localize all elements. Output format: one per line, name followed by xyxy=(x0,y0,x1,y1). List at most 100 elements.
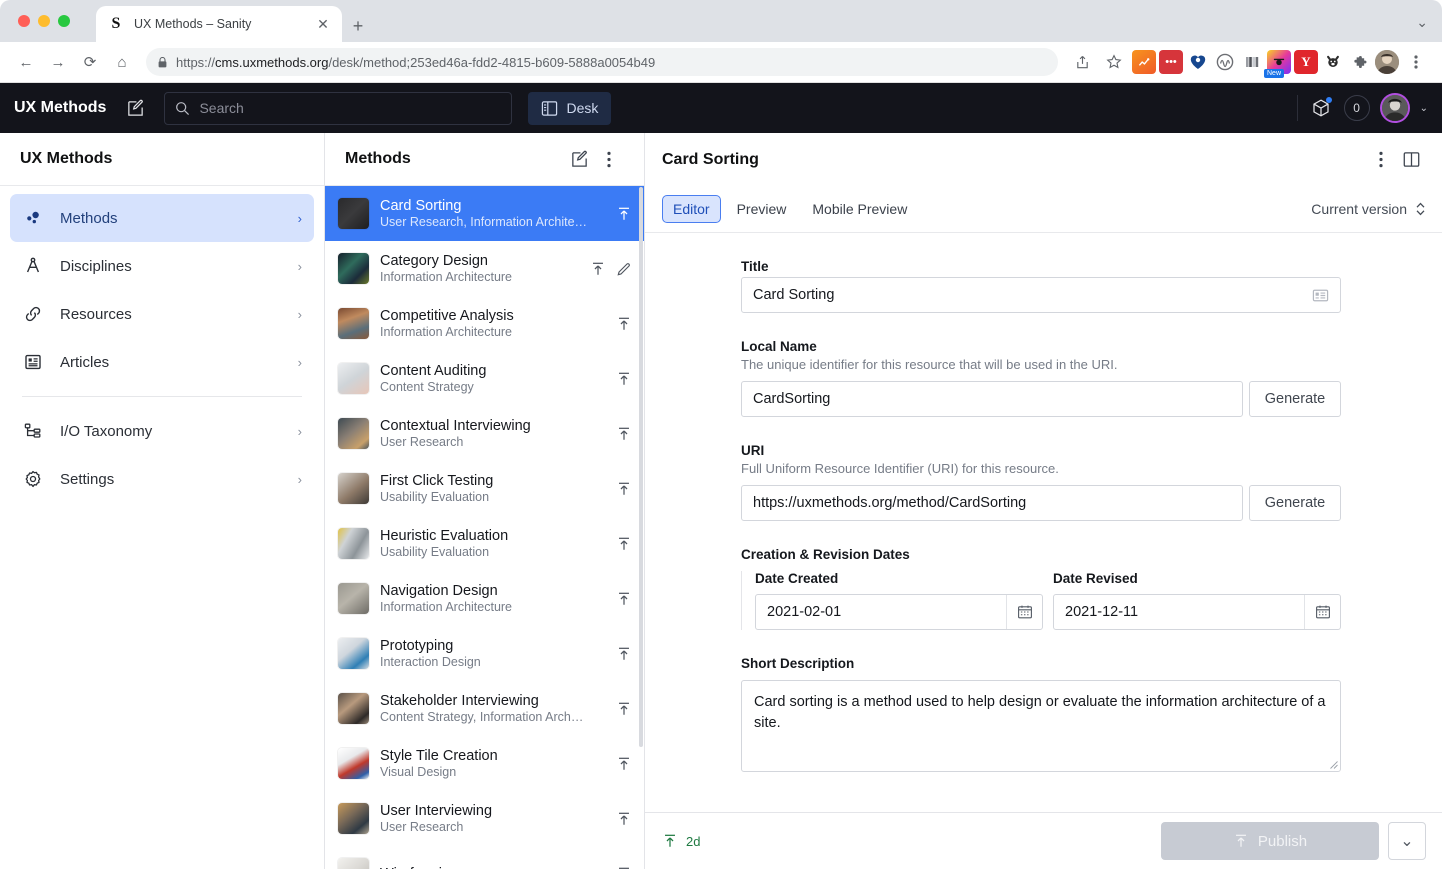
search-icon xyxy=(176,101,190,115)
document-list-item[interactable]: Style Tile Creation Visual Design xyxy=(325,736,644,791)
document-list-item[interactable]: Competitive Analysis Information Archite… xyxy=(325,296,644,351)
document-list-item[interactable]: Stakeholder Interviewing Content Strateg… xyxy=(325,681,644,736)
publish-arrow-icon[interactable] xyxy=(615,755,632,772)
bars-extension-icon[interactable] xyxy=(1240,50,1264,74)
document-list-item[interactable]: Card Sorting User Research, Information … xyxy=(325,186,644,241)
desk-nav-button[interactable]: Desk xyxy=(528,91,612,125)
search-input[interactable]: Search xyxy=(164,91,513,125)
generate-uri-button[interactable]: Generate xyxy=(1249,485,1341,521)
user-menu-chevron-icon[interactable]: ⌄ xyxy=(1420,103,1428,114)
sidebar-item-settings[interactable]: Settings › xyxy=(10,455,314,503)
document-list-menu-icon[interactable] xyxy=(594,144,624,174)
tab-mobile-preview[interactable]: Mobile Preview xyxy=(802,195,917,223)
minimize-window-button[interactable] xyxy=(38,15,50,27)
y-extension-icon[interactable]: Y xyxy=(1294,50,1318,74)
tab-list-chevron-icon[interactable]: ⌄ xyxy=(1416,14,1428,31)
sidebar-item-label: Methods xyxy=(60,209,118,227)
publish-arrow-icon[interactable] xyxy=(615,315,632,332)
notification-count[interactable]: 0 xyxy=(1343,95,1370,121)
user-avatar[interactable] xyxy=(1379,93,1410,123)
date-revised-input[interactable]: 2021-12-11 xyxy=(1053,594,1341,630)
publish-button[interactable]: Publish xyxy=(1161,822,1379,860)
analytics-extension-icon[interactable] xyxy=(1132,50,1156,74)
short-description-textarea[interactable]: Card sorting is a method used to help de… xyxy=(741,680,1341,772)
document-list-scrollbar[interactable] xyxy=(639,187,643,787)
document-subtitle: Information Architecture xyxy=(380,600,513,614)
heart-extension-icon[interactable] xyxy=(1186,50,1210,74)
compose-icon[interactable] xyxy=(122,95,148,121)
document-thumbnail xyxy=(338,693,369,724)
document-list-item[interactable]: Content Auditing Content Strategy xyxy=(325,351,644,406)
address-bar[interactable]: https://cms.uxmethods.org/desk/method;25… xyxy=(146,48,1058,76)
date-created-input[interactable]: 2021-02-01 xyxy=(755,594,1043,630)
document-list-item[interactable]: Heuristic Evaluation Usability Evaluatio… xyxy=(325,516,644,571)
package-notification-dot xyxy=(1325,97,1332,103)
reload-button[interactable]: ⟳ xyxy=(76,48,104,76)
editor-form-scroll[interactable]: Title Card Sorting Local Name The unique… xyxy=(645,233,1442,812)
home-button[interactable]: ⌂ xyxy=(108,48,136,76)
publish-arrow-icon[interactable] xyxy=(615,535,632,552)
split-pane-icon[interactable] xyxy=(1396,145,1426,175)
sidebar-item-methods[interactable]: Methods › xyxy=(10,194,314,242)
version-selector[interactable]: Current version xyxy=(1311,201,1426,217)
local-name-input[interactable]: CardSorting xyxy=(741,381,1243,417)
publish-arrow-icon[interactable] xyxy=(615,810,632,827)
new-tab-button[interactable]: + xyxy=(346,14,370,38)
publish-arrow-icon[interactable] xyxy=(615,205,632,222)
sidebar-item-label: Articles xyxy=(60,353,110,371)
document-list-item[interactable]: User Interviewing User Research xyxy=(325,791,644,846)
scrollbar-thumb[interactable] xyxy=(639,187,643,747)
bookmark-star-icon[interactable] xyxy=(1100,48,1128,76)
reference-icon[interactable] xyxy=(1312,287,1329,304)
studio-brand-title[interactable]: UX Methods xyxy=(14,99,106,117)
publish-arrow-icon[interactable] xyxy=(589,260,606,277)
wave-extension-icon[interactable] xyxy=(1213,50,1237,74)
publish-arrow-icon[interactable] xyxy=(615,590,632,607)
publish-arrow-icon[interactable] xyxy=(615,865,632,869)
puzzle-extensions-icon[interactable] xyxy=(1348,50,1372,74)
document-list-item[interactable]: First Click Testing Usability Evaluation xyxy=(325,461,644,516)
browser-profile-avatar[interactable] xyxy=(1375,50,1399,74)
calendar-icon[interactable] xyxy=(1006,595,1042,629)
generate-local-name-button[interactable]: Generate xyxy=(1249,381,1341,417)
publish-arrow-icon[interactable] xyxy=(615,480,632,497)
textarea-resize-handle[interactable] xyxy=(1329,760,1338,769)
camera-extension-icon[interactable]: New xyxy=(1264,50,1291,78)
tab-preview[interactable]: Preview xyxy=(727,195,797,223)
uri-input[interactable]: https://uxmethods.org/method/CardSorting xyxy=(741,485,1243,521)
browser-menu-icon[interactable] xyxy=(1402,48,1430,76)
publish-arrow-icon[interactable] xyxy=(615,370,632,387)
sidebar-item-disciplines[interactable]: Disciplines › xyxy=(10,242,314,290)
calendar-icon[interactable] xyxy=(1304,595,1340,629)
publish-arrow-icon[interactable] xyxy=(615,700,632,717)
sidebar-item-resources[interactable]: Resources › xyxy=(10,290,314,338)
dots-extension-icon[interactable]: ••• xyxy=(1159,50,1183,74)
close-tab-icon[interactable]: ✕ xyxy=(314,15,332,33)
document-list-scroll[interactable]: Card Sorting User Research, Information … xyxy=(325,186,644,869)
maximize-window-button[interactable] xyxy=(58,15,70,27)
document-list-item[interactable]: Category Design Information Architecture xyxy=(325,241,644,296)
editor-menu-icon[interactable] xyxy=(1366,145,1396,175)
document-list-item[interactable]: Contextual Interviewing User Research xyxy=(325,406,644,461)
sidebar-item-io-taxonomy[interactable]: I/O Taxonomy › xyxy=(10,407,314,455)
share-icon[interactable] xyxy=(1068,48,1096,76)
package-icon[interactable] xyxy=(1308,95,1334,121)
close-window-button[interactable] xyxy=(18,15,30,27)
document-list-item[interactable]: Prototyping Interaction Design xyxy=(325,626,644,681)
create-document-icon[interactable] xyxy=(564,144,594,174)
publish-options-caret[interactable]: ⌄ xyxy=(1388,822,1426,860)
back-button[interactable]: ← xyxy=(12,48,40,76)
title-input[interactable]: Card Sorting xyxy=(741,277,1341,313)
publish-arrow-icon[interactable] xyxy=(615,645,632,662)
forward-button[interactable]: → xyxy=(44,48,72,76)
dog-extension-icon[interactable] xyxy=(1321,50,1345,74)
sidebar-item-articles[interactable]: Articles › xyxy=(10,338,314,386)
document-list-item[interactable]: Navigation Design Information Architectu… xyxy=(325,571,644,626)
browser-tab[interactable]: S UX Methods – Sanity ✕ xyxy=(96,6,342,42)
date-revised-label: Date Revised xyxy=(1053,571,1138,586)
edit-pencil-icon[interactable] xyxy=(615,260,632,277)
document-list-item[interactable]: Wireframing xyxy=(325,846,644,869)
tab-editor[interactable]: Editor xyxy=(662,195,721,223)
publish-arrow-icon[interactable] xyxy=(615,425,632,442)
chevron-right-icon: › xyxy=(297,258,302,274)
